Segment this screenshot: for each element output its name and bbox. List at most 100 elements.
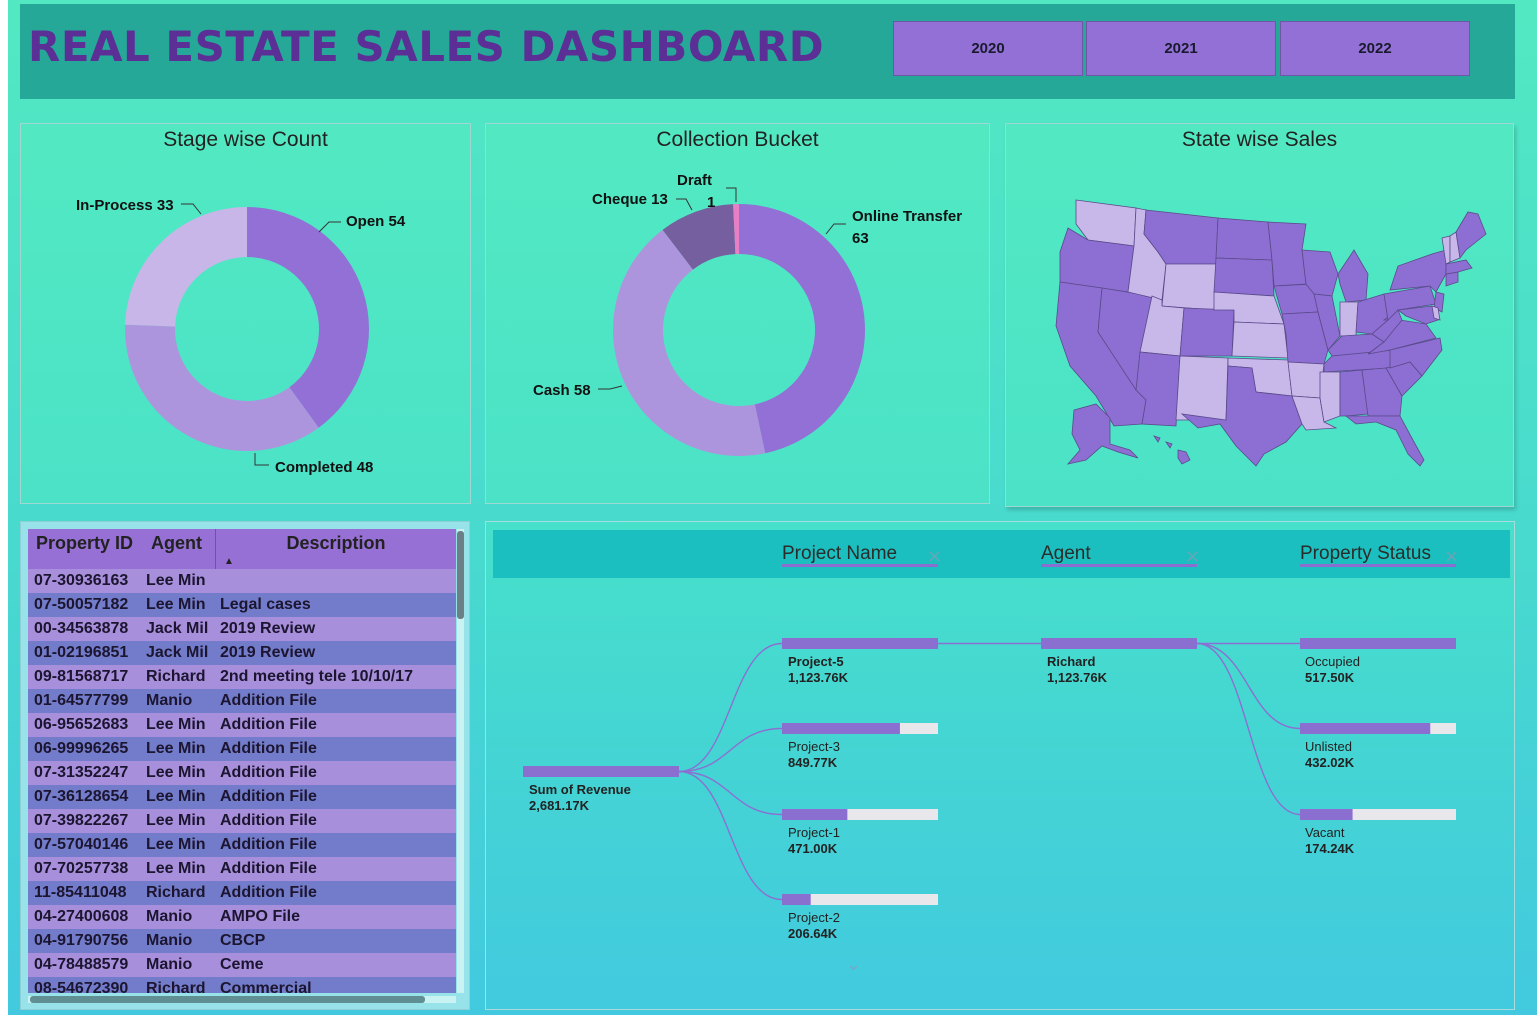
cell-description: 2019 Review [220,620,316,637]
table-header: Property ID Agent Description ▲ [28,529,456,569]
table-row[interactable]: 07-36128654 Lee Min Addition File [28,785,456,809]
slice-in-process[interactable] [125,207,247,327]
state-kansas[interactable] [1231,321,1289,359]
agent-richard-bar[interactable] [1041,638,1197,649]
collection-bucket-panel: Collection Bucket Online Transfer 63 Cas… [485,123,990,504]
sort-ascending-icon: ▲ [224,556,234,567]
table-row[interactable]: 07-39822267 Lee Min Addition File [28,809,456,833]
cell-agent: Manio [146,692,193,709]
project-3-bar[interactable] [782,809,848,820]
slice-completed[interactable] [125,324,319,451]
project-2-node-label: Project-2 206.64K [788,910,840,942]
project-3-name: Project-3 [788,739,841,754]
state-mississippi[interactable] [1319,371,1341,423]
state-florida[interactable] [1344,415,1425,467]
status-vacant-bar[interactable] [1300,809,1353,820]
table-row[interactable]: 04-91790756 Manio CBCP [28,929,456,953]
state-arkansas[interactable] [1287,361,1325,399]
col-header-property-id[interactable]: Property ID [28,529,143,569]
cell-description: 2019 Review [220,644,316,661]
us-states-map[interactable] [1006,124,1515,508]
status-unlisted-bar[interactable] [1300,723,1431,734]
table-row[interactable]: 04-78488579 Manio Ceme [28,953,456,977]
table-row[interactable]: 00-34563878 Jack Mil 2019 Review [28,617,456,641]
status-occupied-bar[interactable] [1300,638,1456,649]
table-vertical-scroll-thumb[interactable] [457,531,464,619]
root-bar[interactable] [523,766,679,777]
status-vacant-name: Vacant [1305,825,1345,840]
table-row[interactable]: 01-64577799 Manio Addition File [28,689,456,713]
state-north-dakota[interactable] [1215,217,1273,261]
table-row[interactable]: 07-57040146 Lee Min Addition File [28,833,456,857]
year-2021-button[interactable]: 2021 [1086,21,1276,76]
cell-property-id: 07-50057182 [34,596,129,613]
root-node-name: Sum of Revenue [529,782,631,797]
table-row[interactable]: 07-50057182 Lee Min Legal cases [28,593,456,617]
table-row[interactable]: 04-27400608 Manio AMPO File [28,905,456,929]
project-1-node-label: Project-1 471.00K [788,825,840,857]
window-frame-left [0,0,8,1019]
open-data-label: Open 54 [346,213,406,230]
state-maine[interactable] [1455,211,1487,260]
table-row[interactable]: 06-99996265 Lee Min Addition File [28,737,456,761]
project-5-value: 1,123.76K [788,670,848,685]
in-process-leader-line [181,203,202,215]
agent-richard-node-label: Richard 1,123.76K [1047,654,1107,686]
tree-connector-line [1196,642,1301,730]
status-unlisted-node-label: Unlisted 432.02K [1305,739,1354,771]
cell-agent: Manio [146,932,193,949]
col-header-agent[interactable]: Agent [143,529,216,569]
table-vertical-scrollbar[interactable] [457,529,464,993]
col-header-description[interactable]: Description ▲ [216,529,456,569]
table-horizontal-scrollbar[interactable] [28,996,456,1003]
table-row[interactable]: 08-54672390 Richard Commercial [28,977,456,993]
tree-connector-line [678,727,783,773]
state-colorado[interactable] [1179,307,1235,357]
status-occupied-name: Occupied [1305,654,1360,669]
cell-description: CBCP [220,932,266,949]
cell-description: Addition File [220,764,317,781]
state-new-mexico[interactable] [1175,355,1229,421]
project-1-bar[interactable] [782,638,938,649]
state-south-dakota[interactable] [1213,257,1275,297]
state-minnesota[interactable] [1267,221,1307,287]
expand-more-chevron-down-icon[interactable]: ⌄ [846,954,861,975]
state-hawaii[interactable] [1153,435,1191,465]
cell-agent: Manio [146,908,193,925]
root-node-value: 2,681.17K [529,798,589,813]
state-wyoming[interactable] [1161,263,1217,311]
table-row[interactable]: 11-85411048 Richard Addition File [28,881,456,905]
cell-agent: Lee Min [146,836,206,853]
project-4-bar[interactable] [782,894,811,905]
status-occupied-value: 517.50K [1305,670,1355,685]
state-new-york[interactable] [1389,249,1447,293]
year-2020-button[interactable]: 2020 [893,21,1083,76]
stage-count-donut-chart: Open 54 Completed 48 In-Process 33 [76,197,406,476]
table-row[interactable]: 01-02196851 Jack Mil 2019 Review [28,641,456,665]
state-michigan[interactable] [1337,249,1369,303]
cell-property-id: 04-78488579 [34,956,129,973]
project-5-name: Project-5 [788,654,844,669]
online-transfer-data-label: Online Transfer [852,208,962,225]
slice-online-transfer[interactable] [739,204,866,454]
cell-description: Ceme [220,956,264,973]
table-row[interactable]: 07-70257738 Lee Min Addition File [28,857,456,881]
table-row[interactable]: 06-95652683 Lee Min Addition File [28,713,456,737]
table-row[interactable]: 09-81568717 Richard 2nd meeting tele 10/10… [28,665,456,689]
cell-property-id: 06-99996265 [34,740,129,757]
dashboard-header: REAL ESTATE SALES DASHBOARD 2020 2021 20… [20,4,1515,99]
property-table-panel: Property ID Agent Description ▲ 07-30936… [20,521,470,1010]
table-horizontal-scroll-thumb[interactable] [30,996,425,1003]
agent-richard-value: 1,123.76K [1047,670,1107,685]
cell-property-id: 04-27400608 [34,908,129,925]
cell-property-id: 07-39822267 [34,812,129,829]
agent-richard-name: Richard [1047,654,1096,669]
cell-agent: Richard [146,884,206,901]
cell-property-id: 07-36128654 [34,788,129,805]
table-row[interactable]: 07-30936163 Lee Min [28,569,456,593]
table-row[interactable]: 07-31352247 Lee Min Addition File [28,761,456,785]
slice-open[interactable] [247,207,369,428]
state-indiana[interactable] [1339,301,1359,337]
project-2-bar[interactable] [782,723,900,734]
year-2022-button[interactable]: 2022 [1280,21,1470,76]
